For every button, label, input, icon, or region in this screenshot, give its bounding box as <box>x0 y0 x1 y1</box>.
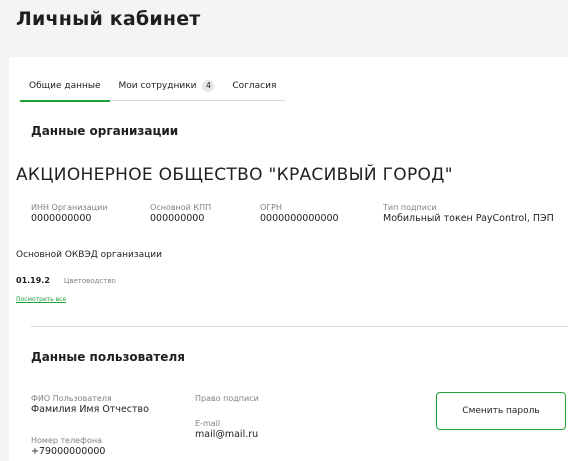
email-field: E-mail mail@mail.ru <box>195 419 258 441</box>
okved-title: Основной ОКВЭД организации <box>16 250 162 260</box>
section-divider <box>31 326 568 327</box>
phone-field: Номер телефона +79000000000 <box>31 436 105 458</box>
okved-name: Цветоводство <box>63 276 116 285</box>
user-section-title: Данные пользователя <box>31 350 185 364</box>
full-name-label: ФИО Пользователя <box>31 394 112 403</box>
inn-value: 0000000000 <box>31 213 92 224</box>
signature-type-field: Тип подписи Мобильный токен PayControl, … <box>383 203 554 225</box>
kpp-value: 000000000 <box>150 213 205 224</box>
sign-right-field: Право подписи <box>195 394 259 404</box>
ogrn-label: ОГРН <box>260 203 283 212</box>
tab-consents-label: Согласия <box>232 81 277 91</box>
kpp-label: Основной КПП <box>150 203 212 212</box>
signature-type-value: Мобильный токен PayControl, ПЭП <box>383 213 554 224</box>
organization-name: АКЦИОНЕРНОЕ ОБЩЕСТВО "КРАСИВЫЙ ГОРОД" <box>16 165 453 185</box>
full-name-field: ФИО Пользователя Фамилия Имя Отчество <box>31 394 149 416</box>
employees-count-badge: 4 <box>202 80 215 92</box>
inn-label: ИНН Организации <box>31 203 108 212</box>
ogrn-value: 0000000000000 <box>260 213 339 224</box>
tab-employees-label: Мои сотрудники <box>118 81 197 91</box>
tab-general-label: Общие данные <box>29 81 101 91</box>
page-title: Личный кабинет <box>16 8 201 30</box>
tab-employees[interactable]: Мои сотрудники 4 <box>110 77 224 101</box>
phone-value: +79000000000 <box>31 446 106 457</box>
ogrn-field: ОГРН 0000000000000 <box>260 203 339 225</box>
signature-type-label: Тип подписи <box>383 203 437 212</box>
okved-row: 01.19.2 Цветоводство <box>16 276 116 285</box>
email-label: E-mail <box>195 419 221 428</box>
okved-code: 01.19.2 <box>16 276 50 285</box>
sign-right-label: Право подписи <box>195 394 259 403</box>
tab-bar: Общие данные Мои сотрудники 4 Согласия <box>20 77 286 102</box>
kpp-field: Основной КПП 000000000 <box>150 203 211 225</box>
email-value: mail@mail.ru <box>195 429 259 440</box>
organization-section-title: Данные организации <box>31 124 179 138</box>
tab-general[interactable]: Общие данные <box>20 77 110 102</box>
change-password-button[interactable]: Сменить пароль <box>436 392 566 430</box>
phone-label: Номер телефона <box>31 436 102 445</box>
tab-consents[interactable]: Согласия <box>223 77 285 101</box>
show-all-link[interactable]: Посмотреть все <box>16 296 66 303</box>
full-name-value: Фамилия Имя Отчество <box>31 404 149 415</box>
inn-field: ИНН Организации 0000000000 <box>31 203 107 225</box>
